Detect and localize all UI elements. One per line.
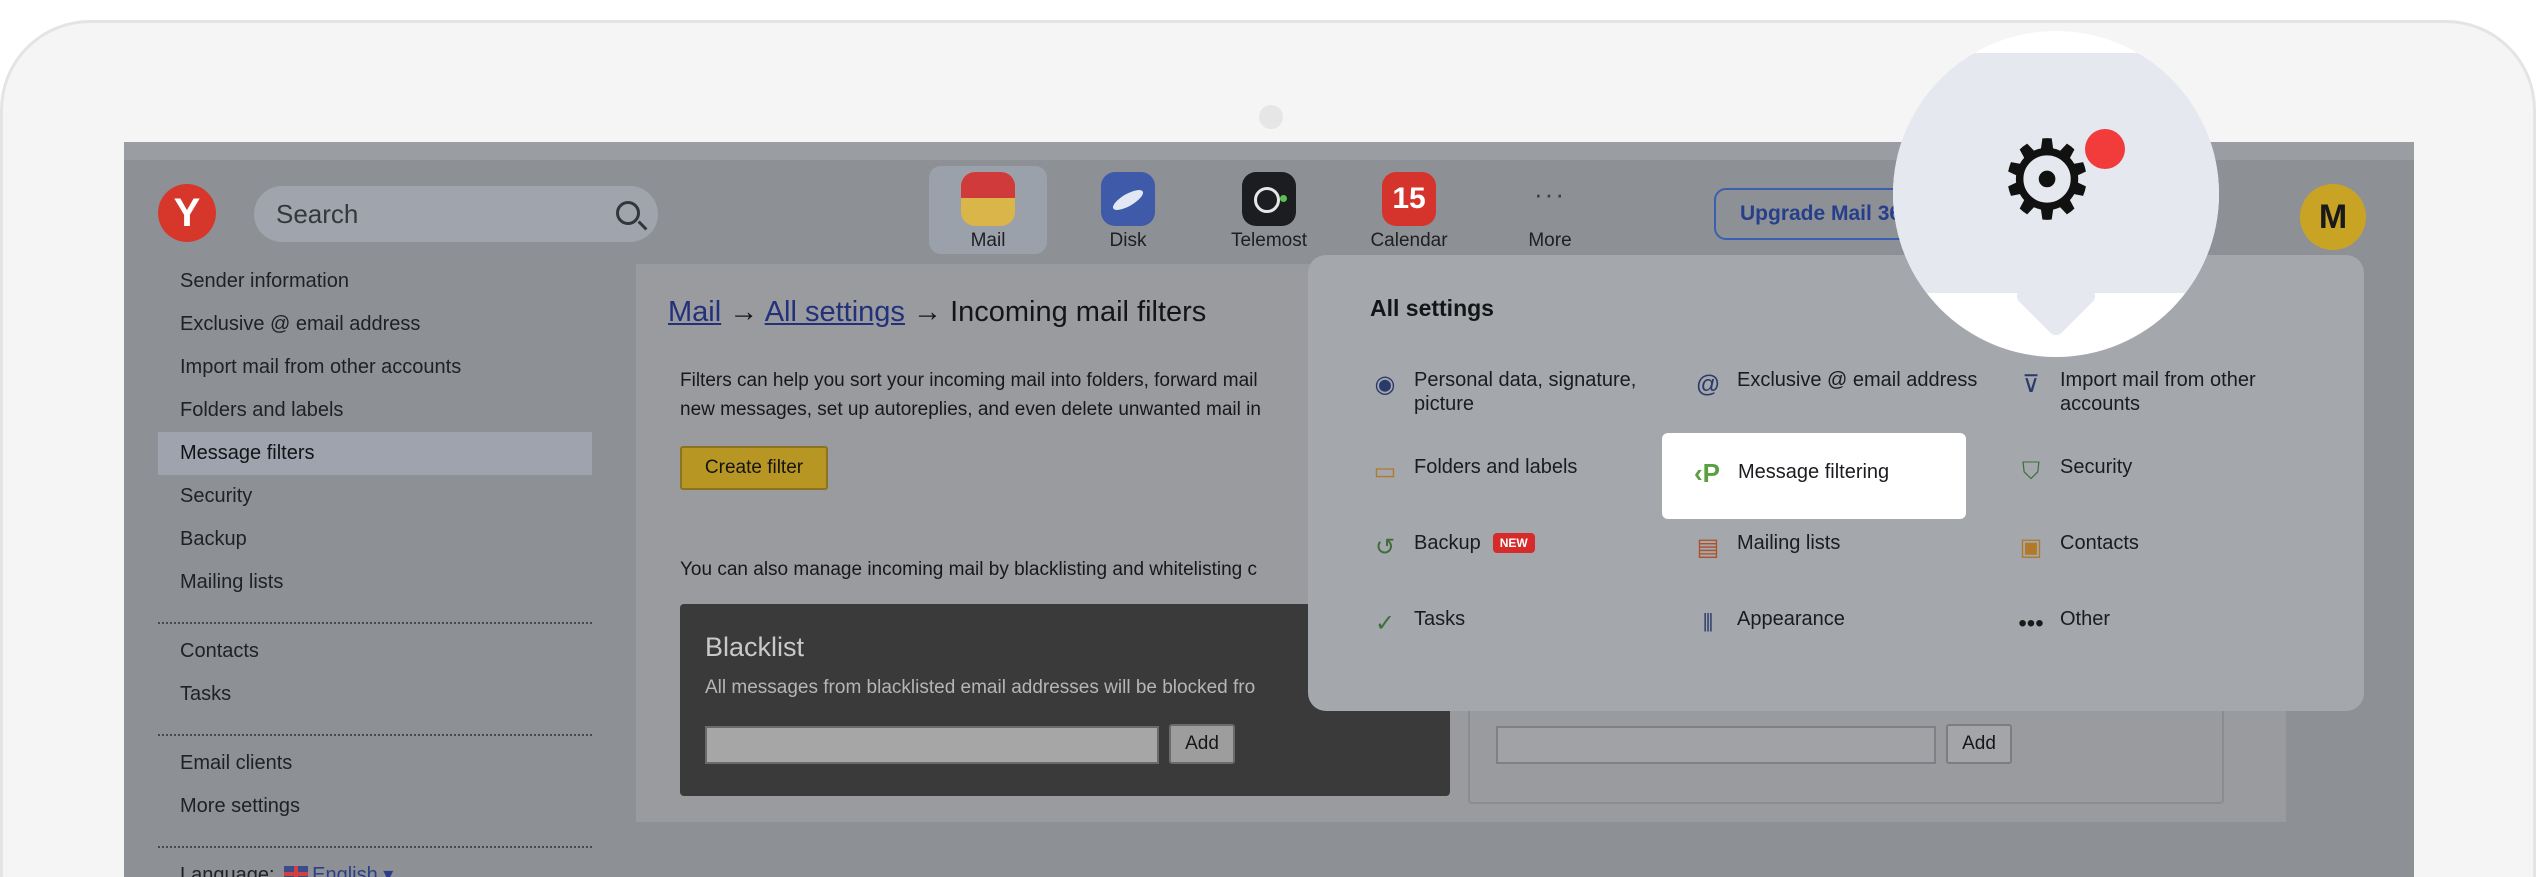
filter-icon: ‹P	[1694, 458, 1720, 488]
gear-icon[interactable]: ⚙	[1997, 126, 2097, 236]
sidebar-item-more-settings[interactable]: More settings	[158, 785, 592, 828]
search-placeholder: Search	[276, 199, 359, 229]
app-telemost[interactable]: Telemost	[1210, 166, 1328, 254]
sidebar-item-email-clients[interactable]: Email clients	[158, 742, 592, 785]
sidebar-item-import-mail[interactable]: Import mail from other accounts	[158, 346, 592, 389]
sidebar-item-message-filters[interactable]: Message filters	[158, 432, 592, 475]
app-label-calendar: Calendar	[1370, 230, 1448, 251]
sidebar-item-security[interactable]: Security	[158, 475, 592, 518]
folder-icon: ▭	[1373, 458, 1397, 485]
settings-item-label: Contacts	[2060, 532, 2139, 554]
camera-dot	[1259, 105, 1283, 129]
app-disk[interactable]: Disk	[1069, 166, 1187, 254]
mail-icon	[961, 172, 1015, 226]
settings-item-label: Import mail from other accounts	[2060, 369, 2256, 415]
contacts-icon: ▣	[2019, 534, 2043, 561]
appearance-icon: ⫴	[1702, 610, 1714, 637]
language-value[interactable]: English	[312, 864, 378, 877]
settings-item-label: Appearance	[1737, 608, 1845, 630]
settings-sidebar: Sender information Exclusive @ email add…	[158, 260, 592, 877]
breadcrumb: Mail → All settings → Incoming mail filt…	[668, 296, 1206, 329]
notification-dot	[2085, 129, 2125, 169]
sidebar-item-sender-information[interactable]: Sender information	[158, 260, 592, 303]
breadcrumb-all-settings-link[interactable]: All settings	[765, 296, 905, 328]
settings-item-label: Security	[2060, 456, 2133, 478]
more-icon: ···	[1534, 179, 1566, 209]
person-icon: ◉	[1374, 371, 1396, 398]
tasks-icon: ✓	[1374, 610, 1396, 637]
settings-item-label: Tasks	[1414, 608, 1466, 630]
settings-item-message-filtering[interactable]: ‹P Message filtering	[1662, 433, 1966, 519]
language-label: Language:	[180, 864, 275, 877]
sidebar-item-mailing-lists[interactable]: Mailing lists	[158, 561, 592, 604]
filters-description-line: new messages, set up autoreplies, and ev…	[680, 399, 1261, 420]
settings-item-label: Message filtering	[1738, 461, 1890, 483]
chevron-down-icon[interactable]: ▾	[378, 864, 393, 877]
settings-item-label: Other	[2060, 608, 2111, 630]
settings-item-label: Backup	[1414, 532, 1481, 554]
language-selector[interactable]: Language: English ▾	[158, 854, 592, 877]
sidebar-divider	[158, 828, 592, 848]
settings-item-label: Personal data, signature, picture	[1414, 369, 1637, 415]
settings-item-backup-label-wrap: Backup NEW	[1414, 531, 1664, 555]
sidebar-item-backup[interactable]: Backup	[158, 518, 592, 561]
yandex-logo[interactable]: Y	[158, 184, 216, 242]
at-icon: @	[1695, 371, 1721, 398]
filters-description-line: Filters can help you sort your incoming …	[680, 370, 1258, 391]
app-more[interactable]: ··· More	[1491, 166, 1609, 254]
create-filter-button[interactable]: Create filter	[680, 446, 828, 490]
whitelist-email-input[interactable]	[1496, 726, 1936, 764]
app-label-disk: Disk	[1109, 230, 1147, 251]
more-dots-icon: •••	[2018, 610, 2044, 637]
new-badge: NEW	[1492, 533, 1535, 553]
backup-icon: ↺	[1374, 534, 1396, 561]
sidebar-divider	[158, 604, 592, 624]
sidebar-divider	[158, 716, 592, 736]
app-label-mail: Mail	[970, 230, 1006, 251]
settings-item-label: Folders and labels	[1414, 456, 1578, 478]
import-icon: ⊽	[2022, 371, 2040, 398]
mailing-list-icon: ▤	[1696, 534, 1720, 561]
app-label-telemost: Telemost	[1230, 230, 1308, 251]
whitelist-add-button[interactable]: Add	[1946, 724, 2012, 764]
sidebar-item-contacts[interactable]: Contacts	[158, 630, 592, 673]
settings-item-label: Exclusive @ email address	[1737, 369, 1978, 391]
disk-icon	[1101, 172, 1155, 226]
page-title: Incoming mail filters	[950, 296, 1207, 328]
telemost-icon	[1242, 172, 1296, 226]
magnifier-callout: ⚙	[1893, 31, 2219, 357]
breadcrumb-arrow: →	[913, 296, 942, 328]
breadcrumb-arrow: →	[729, 296, 759, 328]
app-label-more: More	[1528, 230, 1572, 251]
uk-flag-icon	[284, 866, 309, 877]
sidebar-item-folders-labels[interactable]: Folders and labels	[158, 389, 592, 432]
shield-icon: ⛉	[2022, 458, 2040, 485]
blacklist-whitelist-intro: You can also manage incoming mail by bla…	[680, 559, 1258, 580]
app-calendar[interactable]: 15 Calendar	[1350, 166, 1468, 254]
sidebar-item-exclusive-address[interactable]: Exclusive @ email address	[158, 303, 592, 346]
filters-description: Filters can help you sort your incoming …	[680, 366, 1300, 424]
blacklist-add-button[interactable]: Add	[1169, 724, 1235, 764]
search-input[interactable]: Search	[254, 186, 658, 242]
blacklist-description: All messages from blacklisted email addr…	[705, 677, 1256, 698]
sidebar-item-tasks[interactable]: Tasks	[158, 673, 592, 716]
settings-item-label: Mailing lists	[1737, 532, 1841, 554]
avatar[interactable]: M	[2300, 184, 2366, 250]
all-settings-title: All settings	[1370, 295, 1494, 321]
app-mail[interactable]: Mail	[929, 166, 1047, 254]
calendar-icon: 15	[1382, 172, 1436, 226]
search-icon[interactable]	[616, 201, 640, 225]
blacklist-email-input[interactable]	[705, 726, 1159, 764]
breadcrumb-mail-link[interactable]: Mail	[668, 296, 721, 328]
